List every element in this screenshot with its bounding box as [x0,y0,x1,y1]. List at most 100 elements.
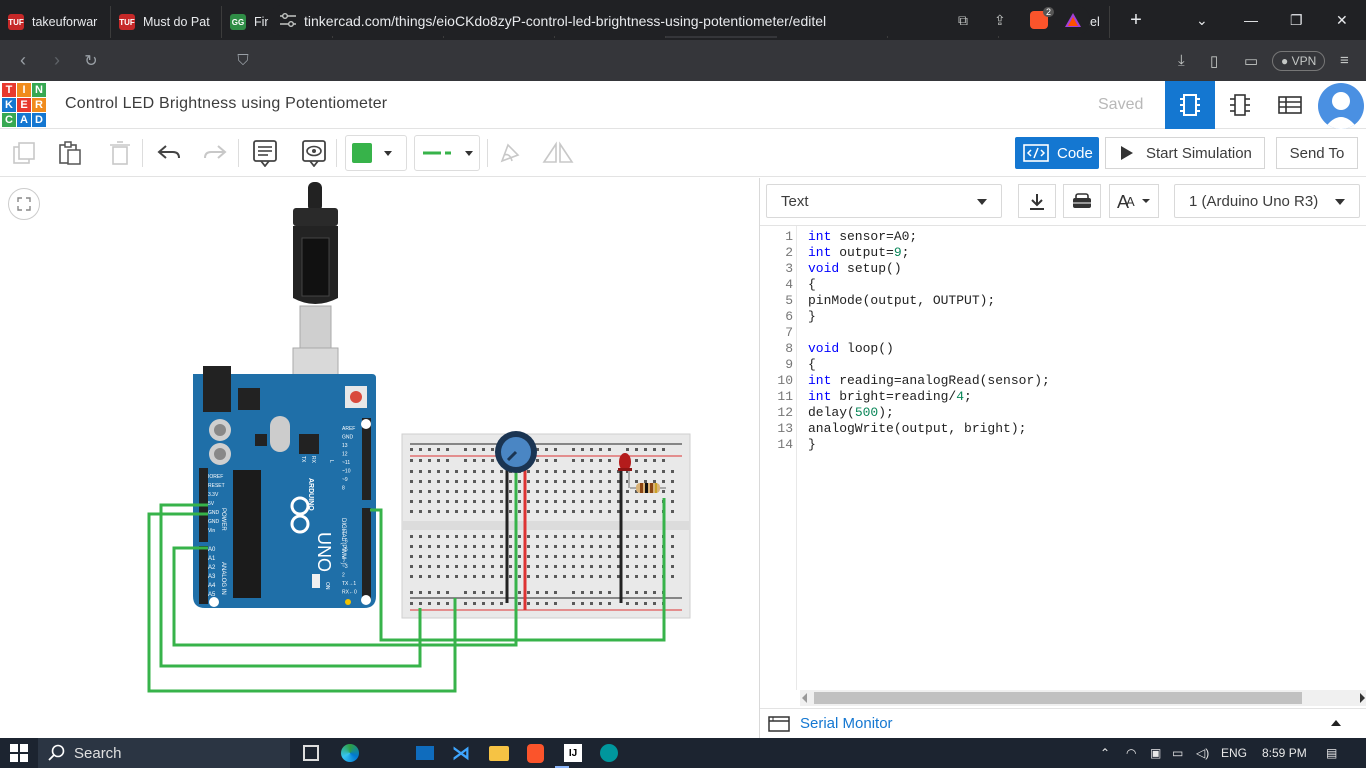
brave-browser-icon[interactable] [527,744,544,763]
breadboard-hole[interactable] [482,448,485,451]
breadboard-hole[interactable] [446,459,449,462]
scroll-left-icon[interactable] [802,693,807,703]
breadboard-hole[interactable] [653,459,656,462]
breadboard-hole[interactable] [608,490,611,493]
breadboard-hole[interactable] [410,490,413,493]
browser-tab[interactable]: TUF takeuforwar [0,6,111,38]
breadboard-hole[interactable] [455,470,458,473]
breadboard-hole[interactable] [572,490,575,493]
flip-icon[interactable] [542,137,574,169]
breadboard-hole[interactable] [635,555,638,558]
wallet-icon[interactable]: ▭ [1244,40,1258,81]
breadboard-hole[interactable] [491,490,494,493]
breadboard-hole[interactable] [464,535,467,538]
undo-icon[interactable] [153,137,185,169]
breadboard-hole[interactable] [536,575,539,578]
breadboard-hole[interactable] [473,448,476,451]
breadboard-hole[interactable] [437,500,440,503]
language-indicator[interactable]: ENG [1221,738,1247,768]
breadboard-hole[interactable] [482,545,485,548]
breadboard-hole[interactable] [626,591,629,594]
breadboard-hole[interactable] [518,490,521,493]
breadboard-hole[interactable] [554,500,557,503]
breadboard-hole[interactable] [500,510,503,513]
breadboard-hole[interactable] [500,470,503,473]
breadboard-hole[interactable] [536,500,539,503]
close-window-icon[interactable]: ✕ [1336,0,1348,40]
breadboard-hole[interactable] [428,500,431,503]
breadboard-hole[interactable] [491,500,494,503]
breadboard-hole[interactable] [446,591,449,594]
breadboard-hole[interactable] [563,575,566,578]
breadboard-hole[interactable] [518,480,521,483]
breadboard-hole[interactable] [536,535,539,538]
breadboard-hole[interactable] [590,602,593,605]
breadboard-hole[interactable] [626,490,629,493]
breadboard-hole[interactable] [662,448,665,451]
breadboard-hole[interactable] [473,490,476,493]
breadboard-hole[interactable] [554,602,557,605]
volume-icon[interactable]: ◁) [1196,738,1209,768]
breadboard-hole[interactable] [491,575,494,578]
breadboard-hole[interactable] [644,535,647,538]
breadboard-hole[interactable] [518,500,521,503]
breadboard-hole[interactable] [563,480,566,483]
breadboard-hole[interactable] [644,565,647,568]
breadboard-hole[interactable] [671,490,674,493]
breadboard-hole[interactable] [419,545,422,548]
breadboard-hole[interactable] [482,510,485,513]
circuit-workplane[interactable]: ARDUINO UNO DIGITAL (PWM~) POWER ANALOG … [0,178,758,738]
breadboard-hole[interactable] [653,535,656,538]
breadboard-hole[interactable] [608,565,611,568]
arduino-ide-icon[interactable] [600,744,618,762]
breadboard-hole[interactable] [635,602,638,605]
breadboard-hole[interactable] [653,480,656,483]
breadboard-hole[interactable] [473,535,476,538]
breadboard-hole[interactable] [518,510,521,513]
breadboard-hole[interactable] [662,490,665,493]
breadboard-hole[interactable] [455,545,458,548]
breadboard-hole[interactable] [581,510,584,513]
breadboard-hole[interactable] [410,555,413,558]
breadboard-hole[interactable] [446,565,449,568]
breadboard-hole[interactable] [545,480,548,483]
breadboard-hole[interactable] [419,500,422,503]
breadboard-hole[interactable] [464,602,467,605]
browser-tab[interactable]: TUF Must do Pat [111,6,222,38]
breadboard-hole[interactable] [473,565,476,568]
breadboard-hole[interactable] [644,591,647,594]
font-size-button[interactable]: AA [1109,184,1159,218]
copy-icon[interactable] [8,137,40,169]
breadboard-hole[interactable] [554,591,557,594]
breadboard-hole[interactable] [491,470,494,473]
breadboard-hole[interactable] [536,480,539,483]
breadboard-hole[interactable] [608,545,611,548]
breadboard-hole[interactable] [599,575,602,578]
breadboard-hole[interactable] [473,500,476,503]
breadboard-hole[interactable] [464,480,467,483]
breadboard-hole[interactable] [410,591,413,594]
breadboard-hole[interactable] [509,480,512,483]
breadboard-hole[interactable] [545,510,548,513]
schematic-view-button[interactable] [1215,81,1265,129]
breadboard-hole[interactable] [653,565,656,568]
breadboard-hole[interactable] [608,535,611,538]
breadboard-hole[interactable] [563,510,566,513]
breadboard-hole[interactable] [635,459,638,462]
breadboard-hole[interactable] [581,500,584,503]
breadboard-hole[interactable] [455,510,458,513]
restore-icon[interactable]: ❐ [1290,0,1303,40]
breadboard-hole[interactable] [446,545,449,548]
breadboard-hole[interactable] [527,510,530,513]
breadboard-hole[interactable] [608,510,611,513]
breadboard-hole[interactable] [635,545,638,548]
notes-icon[interactable] [249,137,281,169]
breadboard-hole[interactable] [410,535,413,538]
intellij-icon[interactable]: IJ [564,744,582,762]
show-hidden-icons[interactable]: ⌃ [1100,738,1110,768]
rotate-icon[interactable] [494,137,526,169]
forward-icon[interactable]: › [40,50,74,71]
breadboard-hole[interactable] [428,510,431,513]
breadboard-hole[interactable] [491,480,494,483]
breadboard-hole[interactable] [554,480,557,483]
